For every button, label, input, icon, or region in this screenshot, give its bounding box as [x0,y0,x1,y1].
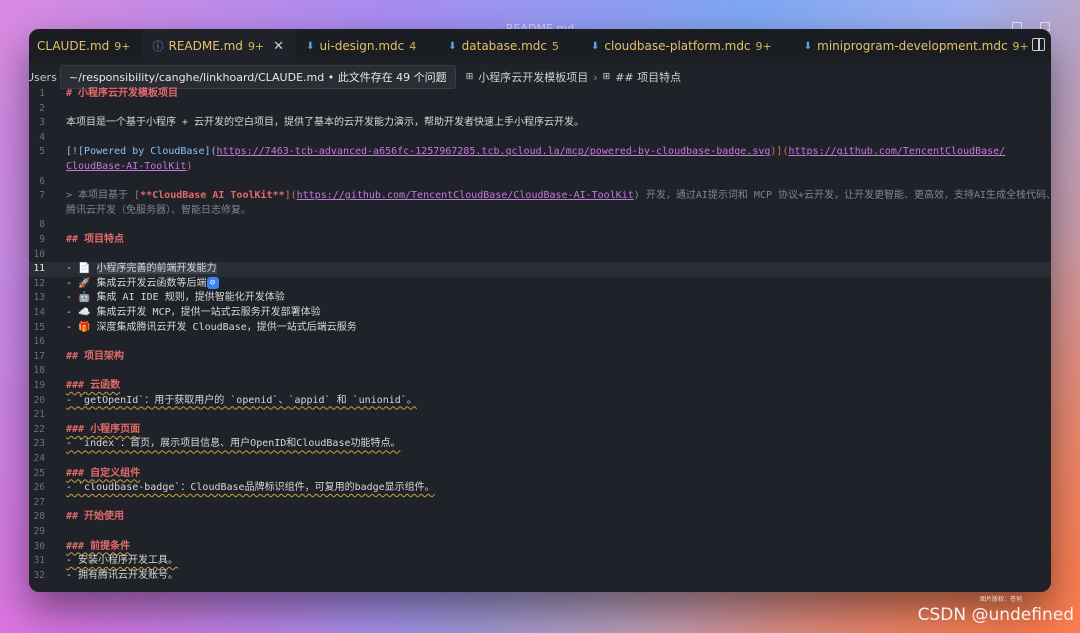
code-line: 24 [33,453,45,464]
code-line: 22 ### 小程序页面 [33,423,141,435]
code-line: 17 ## 项目架构 [33,350,125,362]
file-path-tooltip: ~/responsibility/canghe/linkhoard/CLAUDE… [60,65,456,89]
code-line: 12- 🚀 集成云开发云函数等后端 ⊖ [29,276,1051,292]
breadcrumb: Users ~/responsibility/canghe/linkhoard/… [29,65,1051,89]
markdown-icon: ⬇ [803,40,813,52]
repo-url-link[interactable]: https://github.com/TencentCloudBase/ [788,146,1005,157]
code-line: 13- 🤖 集成 AI IDE 规则，提供智能化开发体验 [33,292,285,304]
split-editor-icon[interactable] [1032,38,1045,51]
markdown-icon: ⬇ [448,40,457,52]
tab-readme-md[interactable]: ⓘ README.md 9+ ✕ [142,29,297,63]
code-line: 9 ## 项目特点 [39,234,125,245]
image-copyright: 图片版权：苍何 [979,596,1022,603]
code-line: 3 本项目是一个基于小程序 + 云开发的空白项目，提供了基本的云开发能力演示，帮助… [39,117,585,129]
tab-miniprogram-development[interactable]: ⬇ miniprogram-development.mdc 9+ [784,29,1041,63]
rocket-emoji-icon: 🚀 [78,277,91,289]
code-line: 1 # 小程序云开发模板项目 [39,88,179,99]
code-line: 14- ☁️ 集成云开发 MCP，提供一站式云服务开发部署体验 [33,307,321,318]
current-code-line: 11- 📄 小程序完善的前端开发能力 [29,262,1051,277]
code-line: CloudBase-AI-ToolKit) [66,161,193,172]
ai-assist-icon[interactable]: ⊖ [206,276,219,289]
code-line: 15- 🎁 深度集成腾讯云开发 CloudBase，提供一站式后端云服务 [33,321,357,333]
tab-bar: CLAUDE.md 9+ ⓘ README.md 9+ ✕ ⬇ ui-desig… [29,29,1051,63]
markdown-section-icon: ⊞ [602,72,611,82]
code-line: 30 ### 前提条件 [33,540,131,552]
breadcrumb-users[interactable]: Users [29,71,60,84]
code-line: 4 [39,131,45,143]
code-line: 18 [33,365,45,377]
close-icon[interactable]: ✕ [273,39,284,54]
gift-emoji-icon: 🎁 [78,321,91,333]
code-line: 29 [33,526,45,537]
tab-database[interactable]: ⬇ database.mdc 5 [428,29,571,63]
code-line: 31- 安装小程序开发工具。 [33,555,179,567]
code-line: 10 [33,248,45,260]
code-line: 20- `getOpenId`：用于获取用户的 `openid`、`appid`… [33,394,417,406]
code-line: 腾讯云开发（免服务器）、智能日志修复。 [66,204,251,216]
markdown-icon: ⬇ [591,40,600,52]
code-editor[interactable]: 1 # 小程序云开发模板项目 2 3 本项目是一个基于小程序 + 云开发的空白项目，… [29,87,1051,592]
code-line: 32- 拥有腾讯云开发账号。 [33,569,179,581]
code-line: 21 [33,409,45,421]
markdown-icon: ⬇ [306,40,315,52]
code-line: 28 ## 开始使用 [33,511,125,523]
info-icon: ⓘ [152,40,164,53]
csdn-watermark: CSDN @undefined [917,605,1074,625]
code-line: 2 [39,102,45,114]
code-line: 19 ### 云函数 [33,380,121,391]
code-line: 5 [![Powered by CloudBase](https://7463-t… [39,146,1006,158]
code-line: 8 [39,219,45,231]
code-line: 6 [39,175,45,187]
code-line: 16 [33,336,45,348]
markdown-section-icon: ⊞ [465,72,474,82]
badge-url-link[interactable]: https://7463-tcb-advanced-a656fc-1257967… [217,146,771,157]
cloud-emoji-icon: ☁️ [78,307,91,318]
code-line: 26- `cloudbase-badge`：CloudBase品牌标识组件，可复… [33,482,435,494]
document-emoji-icon: 📄 [78,263,91,275]
code-line: 7 > 本项目基于 [**CloudBase AI ToolKit**](http… [39,190,1051,202]
code-line: 25 ### 自定义组件 [33,467,141,479]
tab-claude-md[interactable]: CLAUDE.md 9+ [29,29,143,63]
code-line: 23- `index`：首页，展示项目信息、用户OpenID和CloudBase… [33,438,401,450]
robot-emoji-icon: 🤖 [78,292,91,304]
tab-ui-design[interactable]: ⬇ ui-design.mdc 4 [296,29,428,63]
breadcrumb-section[interactable]: 小程序云开发模板项目 [478,69,588,85]
toolkit-url-link[interactable]: https://github.com/TencentCloudBase/Clou… [297,190,634,201]
editor-window: CLAUDE.md 9+ ⓘ README.md 9+ ✕ ⬇ ui-desig… [29,29,1051,592]
tab-cloudbase-platform[interactable]: ⬇ cloudbase-platform.mdc 9+ [571,29,784,63]
breadcrumb-subsection[interactable]: ## 项目特点 [615,69,681,85]
chevron-right-icon: › [593,70,598,84]
code-line: 27 [33,496,45,508]
